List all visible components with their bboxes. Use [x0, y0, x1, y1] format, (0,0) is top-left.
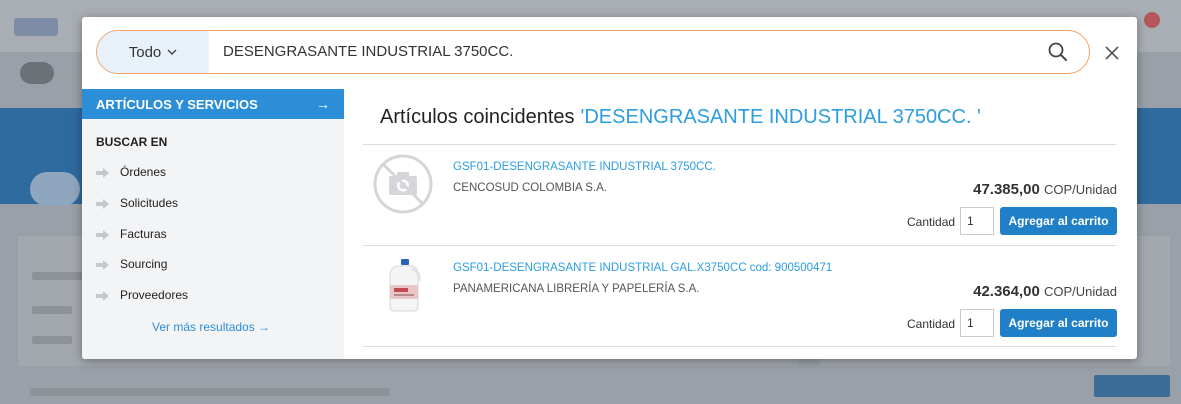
sidebar-item-proveedores[interactable]: Proveedores: [96, 288, 188, 302]
background-avatar: [20, 62, 54, 84]
add-to-cart-button[interactable]: Agregar al carrito: [1000, 207, 1117, 235]
results-heading-label: Artículos coincidentes: [380, 106, 575, 128]
results-heading: Artículos coincidentes 'DESENGRASANTE IND…: [380, 106, 981, 129]
search-input[interactable]: [223, 31, 1003, 73]
sidebar-header-label: ARTÍCULOS Y SERVICIOS: [96, 96, 258, 112]
arrow-right-icon: [96, 198, 110, 209]
search-sidebar: ARTÍCULOS Y SERVICIOS → BUSCAR EN Órdene…: [82, 89, 344, 359]
result-title-link[interactable]: GSF01-DESENGRASANTE INDUSTRIAL 3750CC.: [453, 161, 716, 173]
results-heading-query: 'DESENGRASANTE INDUSTRIAL 3750CC. ': [580, 106, 981, 128]
search-icon[interactable]: [1047, 41, 1069, 63]
scope-dropdown[interactable]: Todo: [97, 31, 209, 73]
result-supplier: CENCOSUD COLOMBIA S.A.: [453, 182, 608, 194]
sidebar-item-ordenes[interactable]: Órdenes: [96, 165, 166, 179]
divider: [363, 245, 1116, 246]
product-jug-image: [372, 255, 434, 317]
sidebar-item-sourcing[interactable]: Sourcing: [96, 257, 167, 271]
close-icon[interactable]: [1103, 44, 1121, 62]
sidebar-item-articulos-servicios[interactable]: ARTÍCULOS Y SERVICIOS →: [82, 89, 344, 119]
search-bar: Todo: [96, 30, 1090, 74]
no-image-icon: [372, 153, 434, 215]
arrow-right-icon: [96, 167, 110, 178]
price-unit: COP/Unidad: [1044, 284, 1117, 299]
background-notification-badge: [1144, 12, 1160, 28]
arrow-right-icon: [96, 259, 110, 270]
quantity-label: Cantidad: [907, 215, 956, 229]
price-value: 42.364,00: [973, 283, 1040, 300]
divider: [363, 346, 1116, 347]
sidebar-item-label: Sourcing: [120, 257, 168, 271]
background-text: [30, 388, 390, 396]
background-logo: [14, 18, 58, 36]
result-supplier: PANAMERICANA LIBRERÍA Y PAPELERÍA S.A.: [453, 283, 700, 295]
sidebar-item-solicitudes[interactable]: Solicitudes: [96, 196, 178, 210]
price-value: 47.385,00: [973, 181, 1040, 198]
arrow-right-icon: →: [316, 96, 330, 112]
background-button: [1094, 375, 1170, 397]
quantity-label: Cantidad: [907, 317, 956, 331]
sidebar-item-label: Solicitudes: [120, 196, 179, 210]
sidebar-item-facturas[interactable]: Facturas: [96, 227, 167, 241]
more-results-link[interactable]: Ver más resultados →: [152, 320, 270, 334]
quantity-input[interactable]: [960, 207, 994, 235]
background-pill: [30, 172, 80, 206]
search-modal: Todo ARTÍCULOS Y SERVICIOS → BUSCAR EN Ó…: [82, 17, 1137, 359]
add-to-cart-button[interactable]: Agregar al carrito: [1000, 309, 1117, 337]
section-title: BUSCAR EN: [96, 135, 168, 149]
arrow-right-icon: [96, 229, 110, 240]
sidebar-item-label: Proveedores: [120, 288, 189, 302]
arrow-right-icon: [96, 290, 110, 301]
price-unit: COP/Unidad: [1044, 182, 1117, 197]
sidebar-item-label: Facturas: [120, 227, 167, 241]
quantity-input[interactable]: [960, 309, 994, 337]
divider: [363, 144, 1116, 145]
result-price: 47.385,00 COP/Unidad: [973, 181, 1117, 198]
scope-label: Todo: [128, 43, 162, 61]
result-title-link[interactable]: GSF01-DESENGRASANTE INDUSTRIAL GAL.X3750…: [453, 262, 832, 274]
result-price: 42.364,00 COP/Unidad: [973, 283, 1117, 300]
sidebar-item-label: Órdenes: [120, 165, 167, 179]
chevron-down-icon: [167, 47, 177, 58]
